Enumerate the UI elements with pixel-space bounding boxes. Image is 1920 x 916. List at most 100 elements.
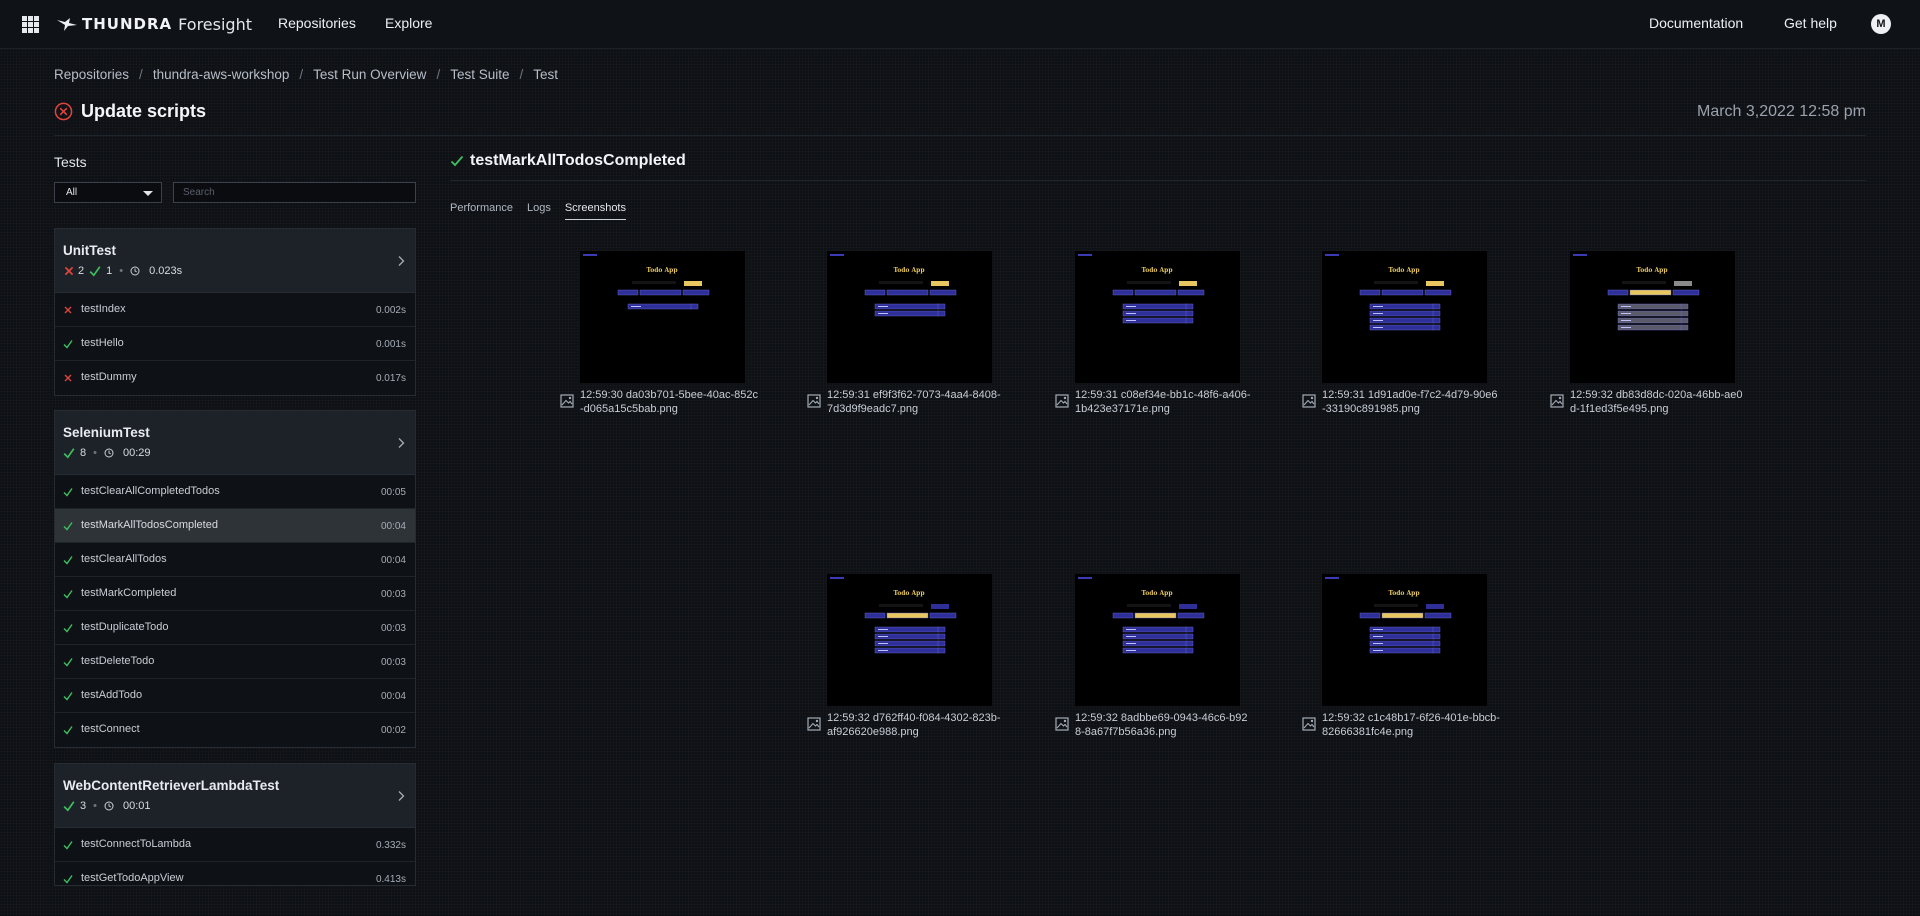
test-duration: 0.413s — [375, 874, 406, 885]
screenshot-card[interactable]: Todo App 12:59:30 da03b701-5bee-40ac-852c… — [558, 251, 758, 426]
tests-heading: Tests — [54, 154, 87, 170]
suite-name: UnitTest — [63, 243, 116, 258]
breadcrumb-test-suite[interactable]: Test Suite — [450, 67, 509, 82]
suite-header[interactable]: SeleniumTest 8 • 00:29 — [55, 411, 415, 475]
test-row[interactable]: testMarkCompleted 00:03 — [55, 577, 415, 611]
documentation-link[interactable]: Documentation — [1649, 15, 1743, 31]
nav-explore[interactable]: Explore — [385, 15, 432, 31]
chevron-right-icon[interactable] — [396, 790, 406, 802]
screenshot-card[interactable]: Todo App 12:59:31 1d91ad0e-f7c2-4d79-90e6… — [1300, 251, 1500, 426]
status-filter-select[interactable]: All — [54, 182, 162, 203]
screenshot-filename[interactable]: 12:59:32 db83d8dc-020a-46bb-ae0d-1f1ed3f… — [1570, 388, 1748, 416]
screenshot-thumbnail[interactable]: Todo App — [1075, 251, 1240, 383]
screenshot-thumbnail[interactable]: Todo App — [1322, 574, 1487, 706]
breadcrumb-repositories[interactable]: Repositories — [54, 67, 129, 82]
screenshot-filename[interactable]: 12:59:32 c1c48b17-6f26-401e-bbcb-8266638… — [1322, 711, 1500, 739]
separator-dot: • — [119, 265, 124, 277]
chevron-right-icon[interactable] — [396, 255, 406, 267]
screenshot-filename[interactable]: 12:59:30 da03b701-5bee-40ac-852c-d065a15… — [580, 388, 758, 416]
screenshot-thumbnail[interactable]: Todo App — [580, 251, 745, 383]
svg-text:Todo App: Todo App — [1141, 267, 1172, 274]
suite-stats: 3 • 00:01 — [63, 800, 151, 812]
screenshot-filename[interactable]: 12:59:31 ef9f3f62-7073-4aa4-8408-7d3d9f9… — [827, 388, 1005, 416]
screenshot-card[interactable]: Todo App 12:59:32 db83d8dc-020a-46bb-ae0d… — [1548, 251, 1748, 426]
test-row[interactable]: testConnectToLambda 0.332s — [55, 828, 415, 862]
screenshot-thumbnail[interactable]: Todo App — [1322, 251, 1487, 383]
svg-text:Todo App: Todo App — [646, 267, 677, 274]
image-file-icon — [1302, 717, 1316, 731]
test-search-input[interactable] — [173, 182, 416, 203]
passed-count-value: 3 — [80, 800, 87, 812]
test-duration: 00:04 — [380, 521, 406, 532]
passed-check-icon — [63, 841, 73, 850]
user-avatar[interactable]: M — [1871, 14, 1891, 34]
passed-count-value: 8 — [80, 447, 87, 459]
thundra-logo[interactable]: THUNDRA Foresight — [56, 13, 252, 35]
screenshot-card[interactable]: Todo App 12:59:32 8adbbe69-0943-46c6-b928… — [1053, 574, 1253, 749]
image-file-icon — [1550, 394, 1564, 408]
suite-duration-value: 0.023s — [149, 265, 183, 277]
test-row[interactable]: testMarkAllTodosCompleted 00:04 — [55, 509, 415, 543]
screenshot-card[interactable]: Todo App 12:59:31 ef9f3f62-7073-4aa4-8408… — [805, 251, 1005, 426]
screenshot-card[interactable]: Todo App 12:59:32 c1c48b17-6f26-401e-bbcb… — [1300, 574, 1500, 749]
tab-screenshots[interactable]: Screenshots — [564, 202, 626, 220]
suite-stats: 2 1 • 0.023s — [63, 265, 182, 277]
suite-header[interactable]: WebContentRetrieverLambdaTest 3 • 00:01 — [55, 764, 415, 828]
passed-check-icon — [63, 801, 75, 812]
get-help-link[interactable]: Get help — [1784, 15, 1837, 31]
failed-x-icon — [64, 374, 72, 382]
test-row[interactable]: testAddTodo 00:04 — [55, 679, 415, 713]
test-row[interactable]: testClearAllCompletedTodos 00:05 — [55, 475, 415, 509]
suite-duration-value: 00:29 — [122, 447, 151, 459]
todo-app-screenshot-image: Todo App — [1075, 251, 1240, 383]
test-row[interactable]: testDummy 0.017s — [55, 361, 415, 395]
test-duration: 0.001s — [375, 339, 406, 350]
test-row[interactable]: testClearAllTodos 00:04 — [55, 543, 415, 577]
screenshot-thumbnail[interactable]: Todo App — [827, 251, 992, 383]
screenshot-thumbnail[interactable]: Todo App — [1075, 574, 1240, 706]
tab-performance[interactable]: Performance — [450, 202, 513, 220]
test-row[interactable]: testGetTodoAppView 0.413s — [55, 862, 415, 885]
failed-x-icon — [64, 306, 72, 314]
breadcrumb-test[interactable]: Test — [533, 67, 558, 82]
apps-grid-icon[interactable] — [22, 16, 39, 33]
test-duration: 0.017s — [375, 373, 406, 384]
test-row[interactable]: testIndex 0.002s — [55, 293, 415, 327]
suite-stats: 8 • 00:29 — [63, 447, 151, 459]
test-row[interactable]: testConnect 00:02 — [55, 713, 415, 747]
breadcrumb-separator: / — [436, 67, 441, 82]
failed-count: 2 — [63, 265, 84, 277]
screenshot-filename[interactable]: 12:59:31 1d91ad0e-f7c2-4d79-90e6-33190c8… — [1322, 388, 1500, 416]
test-duration: 0.332s — [375, 840, 406, 851]
caret-down-icon — [143, 191, 153, 196]
test-duration: 00:02 — [380, 725, 406, 736]
screenshot-thumbnail[interactable]: Todo App — [1570, 251, 1735, 383]
passed-check-icon — [450, 155, 464, 167]
screenshot-card[interactable]: Todo App 12:59:32 d762ff40-f084-4302-823b… — [805, 574, 1005, 749]
tab-logs[interactable]: Logs — [527, 202, 551, 220]
test-row[interactable]: testHello 0.001s — [55, 327, 415, 361]
test-row[interactable]: testDuplicateTodo 00:03 — [55, 611, 415, 645]
image-file-icon — [560, 394, 574, 408]
screenshot-filename[interactable]: 12:59:32 d762ff40-f084-4302-823b-af92662… — [827, 711, 1005, 739]
test-row[interactable]: testDeleteTodo 00:03 — [55, 645, 415, 679]
test-name: testDummy — [81, 371, 137, 383]
breadcrumb-test-run-overview[interactable]: Test Run Overview — [313, 67, 426, 82]
image-file-icon — [807, 394, 821, 408]
passed-check-icon — [63, 340, 73, 349]
test-suite-card: SeleniumTest 8 • 00:29 testClearAllCompleted… — [54, 410, 416, 748]
chevron-right-icon[interactable] — [396, 437, 406, 449]
screenshot-filename[interactable]: 12:59:31 c08ef34e-bb1c-48f6-a406-1b423e3… — [1075, 388, 1253, 416]
todo-app-screenshot-image: Todo App — [1075, 574, 1240, 706]
todo-app-screenshot-image: Todo App — [1570, 251, 1735, 383]
suite-header[interactable]: UnitTest 2 1 • 0.023s — [55, 229, 415, 293]
nav-repositories[interactable]: Repositories — [278, 15, 356, 31]
passed-count: 8 — [63, 447, 86, 459]
test-name: testAddTodo — [81, 689, 143, 701]
screenshot-filename[interactable]: 12:59:32 8adbbe69-0943-46c6-b928-8a67f7b… — [1075, 711, 1253, 739]
breadcrumb-repository[interactable]: thundra-aws-workshop — [153, 67, 290, 82]
svg-text:Todo App: Todo App — [893, 590, 924, 597]
screenshot-thumbnail[interactable]: Todo App — [827, 574, 992, 706]
screenshot-card[interactable]: Todo App 12:59:31 c08ef34e-bb1c-48f6-a406… — [1053, 251, 1253, 426]
test-duration: 0.002s — [375, 305, 406, 316]
